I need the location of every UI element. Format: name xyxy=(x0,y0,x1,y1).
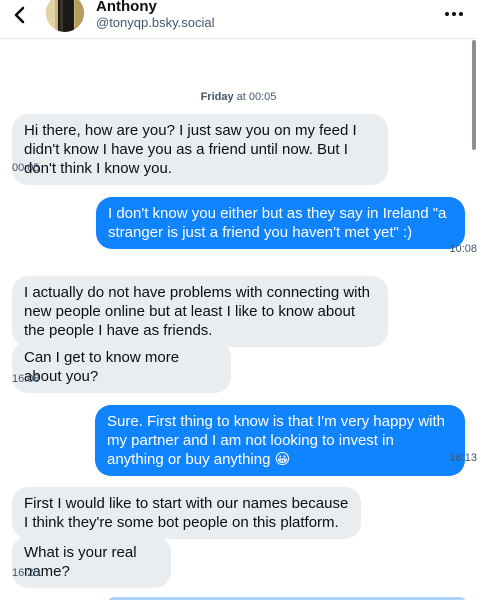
message-timestamp: 16:08 xyxy=(12,373,40,385)
message-timestamp: 10:08 xyxy=(449,243,477,255)
back-button[interactable] xyxy=(6,0,34,30)
message-timestamp: 00:05 xyxy=(12,162,40,174)
chevron-left-icon xyxy=(14,6,25,24)
contact-handle: @tonyqp.bsky.social xyxy=(96,15,215,30)
avatar[interactable] xyxy=(46,0,84,32)
incoming-message[interactable]: Hi there, how are you? I just saw you on… xyxy=(12,114,388,185)
incoming-message[interactable]: First I would like to start with our nam… xyxy=(12,487,361,539)
date-separator-time: at 00:05 xyxy=(233,91,277,103)
outgoing-message[interactable]: I don't know you either but as they say … xyxy=(96,197,465,249)
incoming-message[interactable]: Can I get to know more about you? xyxy=(12,341,231,393)
conversation-header: Anthony @tonyqp.bsky.social xyxy=(0,0,477,39)
message-timestamp: 16:13 xyxy=(449,452,477,464)
contact-name[interactable]: Anthony xyxy=(96,0,157,15)
more-options-button[interactable] xyxy=(441,4,467,24)
date-separator-day: Friday xyxy=(200,91,234,103)
message-timestamp: 16:25 xyxy=(12,567,40,579)
more-horizontal-icon xyxy=(445,12,463,16)
chat-screen: Anthony @tonyqp.bsky.social Friday at 00… xyxy=(0,0,477,600)
date-separator: Friday at 00:05 xyxy=(0,91,477,103)
incoming-message[interactable]: I actually do not have problems with con… xyxy=(12,276,388,347)
outgoing-message[interactable]: Sure. First thing to know is that I'm ve… xyxy=(95,405,465,476)
incoming-message[interactable]: What is your real name? xyxy=(12,536,171,588)
